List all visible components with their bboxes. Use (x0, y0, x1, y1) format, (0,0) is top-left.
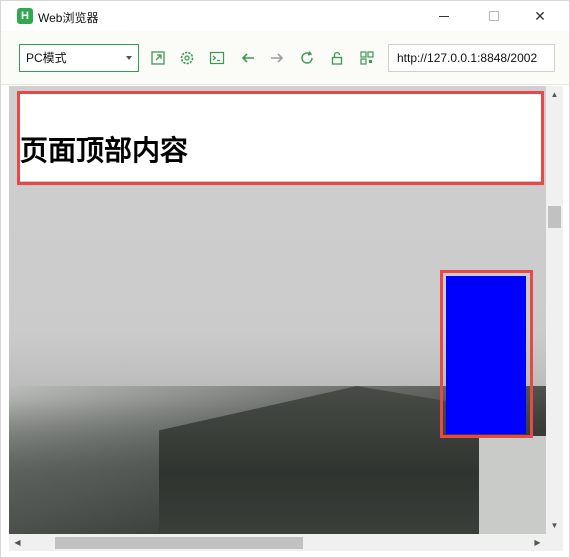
scroll-left-icon[interactable]: ◀ (9, 534, 26, 551)
forward-icon[interactable] (269, 50, 285, 66)
maximize-button[interactable] (471, 1, 517, 31)
qrcode-icon[interactable] (359, 50, 375, 66)
toolbar: PC模式 http://127.0.0.1:8848/2002 (1, 31, 569, 85)
refresh-icon[interactable] (299, 50, 315, 66)
window-title: Web浏览器 (38, 11, 99, 25)
minimize-button[interactable] (421, 1, 467, 31)
app-icon: H (17, 8, 33, 24)
browser-window: H Web浏览器 ✕ PC模式 http://127.0.0.1:8848/20… (0, 0, 570, 558)
horizontal-scroll-thumb[interactable] (55, 537, 303, 549)
blue-box-highlight-outline (440, 270, 533, 438)
title-bar[interactable]: H Web浏览器 ✕ (1, 1, 569, 31)
vertical-scrollbar[interactable]: ▲ ▼ (546, 86, 563, 534)
horizontal-scrollbar[interactable]: ◀ ▶ (9, 534, 546, 551)
vertical-scroll-thumb[interactable] (548, 206, 561, 228)
scroll-up-icon[interactable]: ▲ (546, 86, 563, 103)
mode-select[interactable]: PC模式 (19, 44, 139, 72)
maximize-icon (489, 11, 499, 21)
minimize-icon (439, 15, 449, 17)
chevron-down-icon (126, 56, 132, 60)
mode-select-value: PC模式 (26, 51, 67, 65)
scroll-down-icon[interactable]: ▼ (546, 517, 563, 534)
url-input[interactable]: http://127.0.0.1:8848/2002 (388, 44, 555, 72)
close-icon: ✕ (534, 7, 546, 24)
close-button[interactable]: ✕ (517, 1, 563, 31)
unlock-icon[interactable] (329, 50, 345, 66)
scrollbar-corner (546, 534, 563, 551)
header-highlight-outline (17, 91, 544, 185)
scroll-right-icon[interactable]: ▶ (529, 534, 546, 551)
back-icon[interactable] (240, 50, 256, 66)
page-viewport[interactable]: 页面顶部内容 (9, 86, 546, 534)
console-icon[interactable] (209, 50, 225, 66)
open-external-icon[interactable] (150, 50, 166, 66)
settings-icon[interactable] (179, 50, 195, 66)
background-sky-patch (479, 436, 546, 534)
